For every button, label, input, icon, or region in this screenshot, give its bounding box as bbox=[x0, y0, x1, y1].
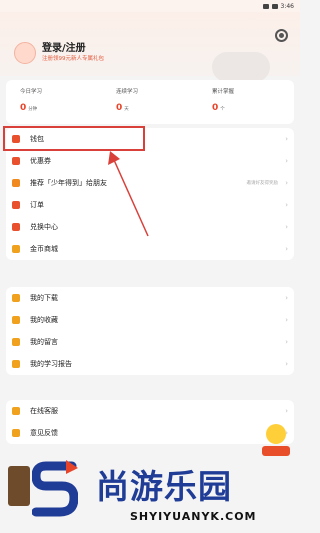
stat-total[interactable]: 累计掌握 0个 bbox=[198, 80, 294, 124]
stat-unit: 天 bbox=[124, 107, 129, 112]
chevron-right-icon: › bbox=[285, 294, 288, 302]
watermark-logo-icon bbox=[32, 460, 78, 517]
menu-item-label: 订单 bbox=[30, 201, 44, 209]
menu-item-coupon[interactable]: 优惠券 › bbox=[6, 150, 294, 172]
menu-item-label: 我的收藏 bbox=[30, 316, 58, 324]
stat-label: 连续学习 bbox=[116, 89, 139, 95]
menu-item-report[interactable]: 我的学习报告 › bbox=[6, 353, 294, 375]
login-register-link[interactable]: 登录/注册 bbox=[42, 39, 86, 54]
exchange-icon bbox=[12, 223, 20, 231]
menu-item-exchange[interactable]: 兑换中心 › bbox=[6, 216, 294, 238]
login-promo-text: 注册领99元新人专属礼包 bbox=[42, 56, 104, 62]
stat-number: 0 bbox=[20, 103, 27, 113]
chevron-right-icon: › bbox=[285, 179, 288, 187]
menu-item-label: 优惠券 bbox=[30, 157, 51, 165]
recommend-icon bbox=[12, 179, 20, 187]
menu-group-support: 在线客服 › 意见反馈 › bbox=[6, 400, 294, 444]
report-icon bbox=[12, 360, 20, 368]
coupon-icon bbox=[12, 157, 20, 165]
mascot-head bbox=[266, 424, 286, 444]
order-icon bbox=[12, 201, 20, 209]
chevron-right-icon: › bbox=[285, 201, 288, 209]
menu-item-label: 我的留言 bbox=[30, 338, 58, 346]
chevron-right-icon: › bbox=[285, 360, 288, 368]
stat-number: 0 bbox=[212, 103, 219, 113]
stat-today[interactable]: 今日学习 0 分钟 bbox=[6, 80, 102, 124]
chevron-right-icon: › bbox=[285, 223, 288, 231]
stat-label: 累计掌握 bbox=[212, 89, 235, 95]
menu-item-recommend[interactable]: 推荐「少年得到」给朋友 邀请好友得奖励 › bbox=[6, 172, 294, 194]
chevron-right-icon: › bbox=[285, 245, 288, 253]
settings-icon[interactable] bbox=[275, 29, 288, 42]
chevron-right-icon: › bbox=[285, 157, 288, 165]
status-bar: 3:46 bbox=[0, 0, 300, 12]
menu-group-content: 我的下载 › 我的收藏 › 我的留言 › 我的学习报告 › bbox=[6, 287, 294, 375]
menu-item-feedback[interactable]: 意见反馈 › bbox=[6, 422, 294, 444]
status-time: 3:46 bbox=[280, 2, 294, 10]
download-icon bbox=[12, 294, 20, 302]
message-icon bbox=[12, 338, 20, 346]
invite-hint: 邀请好友得奖励 bbox=[246, 181, 279, 186]
service-icon bbox=[12, 407, 20, 415]
wallet-highlight-box bbox=[3, 126, 145, 151]
stat-streak[interactable]: 连续学习 0天 bbox=[102, 80, 198, 124]
header-decoration bbox=[212, 52, 270, 82]
stat-label: 今日学习 bbox=[20, 89, 43, 95]
menu-item-service[interactable]: 在线客服 › bbox=[6, 400, 294, 422]
chevron-right-icon: › bbox=[285, 135, 288, 143]
stat-value: 0天 bbox=[116, 103, 198, 113]
chevron-right-icon: › bbox=[285, 407, 288, 415]
menu-item-coin-shop[interactable]: 金币商城 › bbox=[6, 238, 294, 260]
watermark: 尚游乐园 SHYIYUANYK.COM bbox=[0, 446, 300, 533]
menu-item-label: 意见反馈 bbox=[30, 429, 58, 437]
stat-unit: 个 bbox=[220, 107, 225, 112]
menu-item-label: 在线客服 bbox=[30, 407, 58, 415]
watermark-text: 尚游乐园 bbox=[96, 467, 232, 506]
favorite-icon bbox=[12, 316, 20, 324]
menu-item-favorites[interactable]: 我的收藏 › bbox=[6, 309, 294, 331]
menu-item-label: 我的学习报告 bbox=[30, 360, 72, 368]
menu-item-label: 金币商城 bbox=[30, 245, 58, 253]
status-right: 3:46 bbox=[262, 2, 294, 10]
watermark-url: SHYIYUANYK.COM bbox=[130, 510, 257, 523]
menu-item-orders[interactable]: 订单 › bbox=[6, 194, 294, 216]
menu-item-downloads[interactable]: 我的下载 › bbox=[6, 287, 294, 309]
wifi-icon bbox=[262, 3, 269, 9]
chevron-right-icon: › bbox=[285, 338, 288, 346]
stat-number: 0 bbox=[116, 103, 123, 113]
menu-item-messages[interactable]: 我的留言 › bbox=[6, 331, 294, 353]
battery-icon bbox=[271, 3, 278, 9]
avatar[interactable] bbox=[14, 42, 36, 64]
study-stats-card: 今日学习 0 分钟 连续学习 0天 累计掌握 0个 bbox=[6, 80, 294, 124]
stat-value: 0 分钟 bbox=[20, 103, 102, 113]
stat-value: 0个 bbox=[212, 103, 294, 113]
stat-unit: 分钟 bbox=[28, 107, 38, 112]
coin-shop-icon bbox=[12, 245, 20, 253]
feedback-icon bbox=[12, 429, 20, 437]
menu-item-label: 推荐「少年得到」给朋友 bbox=[30, 179, 107, 187]
chevron-right-icon: › bbox=[285, 316, 288, 324]
menu-item-label: 我的下载 bbox=[30, 294, 58, 302]
menu-item-label: 兑换中心 bbox=[30, 223, 58, 231]
